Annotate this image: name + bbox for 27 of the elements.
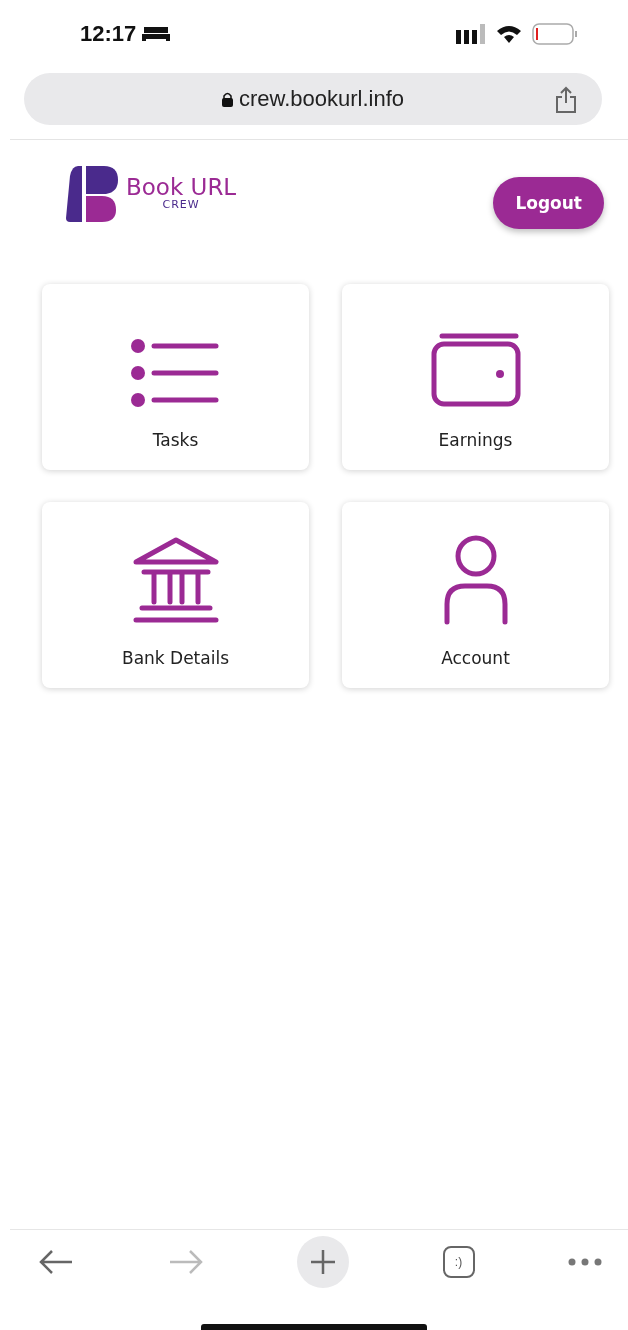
signal-icon [456, 24, 486, 44]
plus-icon [309, 1248, 337, 1276]
lock-icon [221, 91, 233, 107]
logout-button[interactable]: Logout [493, 177, 604, 229]
url: crew.bookurl.info [238, 86, 405, 112]
battery-icon [532, 23, 578, 45]
menu-tile[interactable]: Tasks [42, 284, 309, 470]
wifi-icon [496, 24, 522, 44]
tile-label: Tasks [152, 430, 199, 450]
back-button[interactable] [38, 1248, 74, 1276]
menu-tile[interactable]: Bank Details [42, 502, 309, 688]
more-button[interactable] [568, 1258, 602, 1266]
menu-tile[interactable]: Earnings [342, 284, 609, 470]
logo-icon [66, 164, 120, 224]
share-icon[interactable] [554, 86, 578, 114]
wallet-icon [429, 332, 522, 408]
tile-label: Bank Details [121, 648, 229, 668]
tile-label: Account [441, 648, 510, 668]
status-time: 12:17 [80, 21, 137, 47]
tabs-button[interactable]: :) [442, 1246, 475, 1278]
menu-tile[interactable]: Account [342, 502, 609, 688]
bed-icon [142, 25, 171, 43]
logo-subtitle: CREW [162, 199, 200, 212]
tile-label: Earnings [438, 430, 513, 450]
address-bar[interactable]: crew.bookurl.info [24, 73, 602, 125]
logo-name: Book URL [126, 176, 237, 200]
new-tab-button[interactable] [297, 1236, 349, 1288]
